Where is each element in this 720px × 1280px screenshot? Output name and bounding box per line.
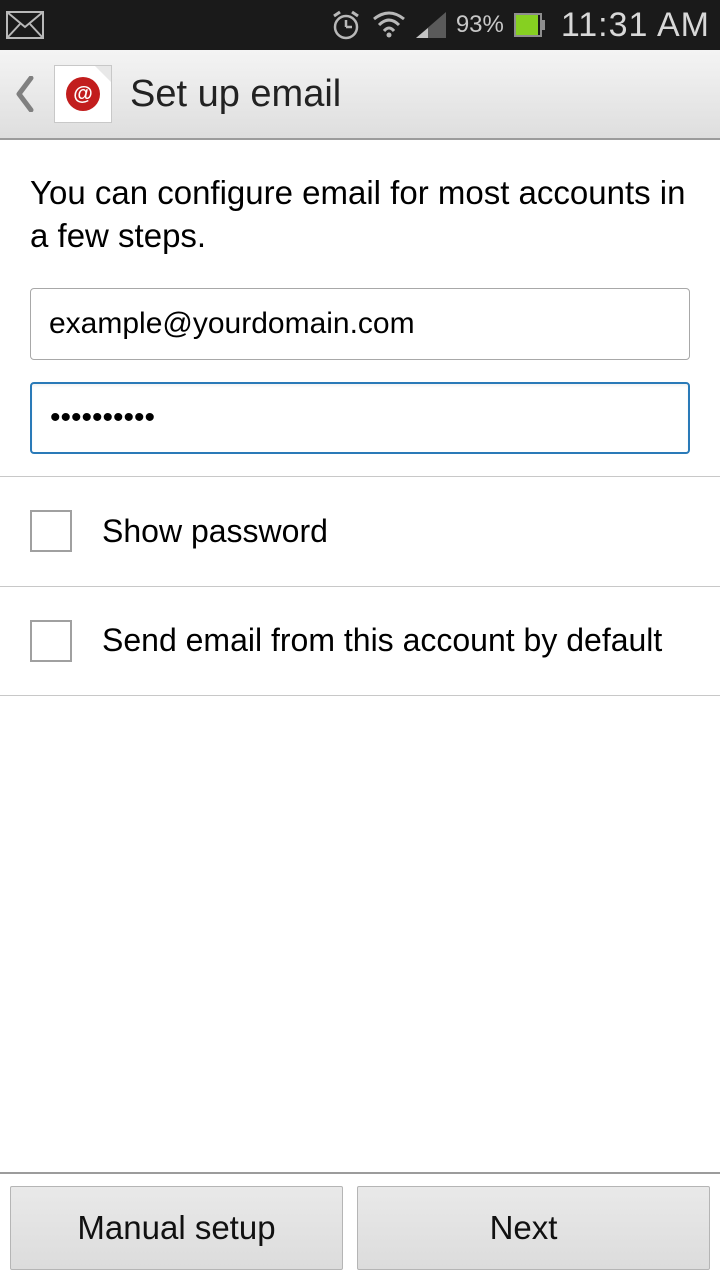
at-sign-icon: @ [66,77,100,111]
default-account-row[interactable]: Send email from this account by default [0,586,720,696]
email-app-icon: @ [54,65,112,123]
mail-notification-icon [6,11,44,39]
footer-bar: Manual setup Next [0,1172,720,1280]
email-field[interactable] [30,288,690,360]
system-status-bar: 93% 11:31 AM [0,0,720,50]
default-account-checkbox[interactable] [30,620,72,662]
clock: 11:31 AM [561,6,710,45]
manual-setup-label: Manual setup [77,1209,275,1247]
battery-percentage: 93% [456,11,504,39]
manual-setup-button[interactable]: Manual setup [10,1186,343,1270]
battery-icon [514,13,545,37]
content-area: You can configure email for most account… [0,140,720,1280]
show-password-label: Show password [102,513,328,550]
action-bar: @ Set up email [0,50,720,140]
alarm-icon [330,9,362,41]
signal-icon [416,12,446,38]
show-password-checkbox[interactable] [30,510,72,552]
default-account-label: Send email from this account by default [102,622,662,659]
password-field[interactable] [30,382,690,454]
next-button[interactable]: Next [357,1186,710,1270]
wifi-icon [372,11,406,39]
intro-text: You can configure email for most account… [0,140,720,288]
page-title: Set up email [130,73,341,116]
back-button[interactable] [14,74,36,114]
show-password-row[interactable]: Show password [0,476,720,586]
next-label: Next [490,1209,558,1247]
